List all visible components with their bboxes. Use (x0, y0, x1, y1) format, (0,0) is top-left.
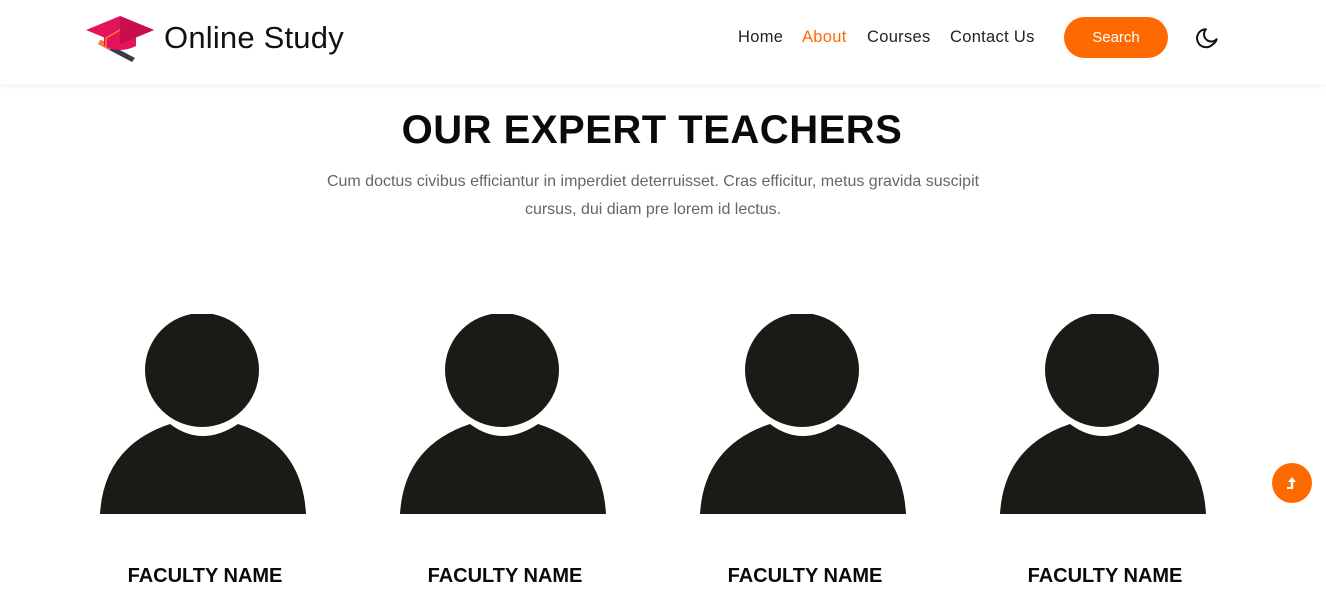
nav-item-about[interactable]: About (802, 28, 847, 47)
nav-item-contact-us[interactable]: Contact Us (950, 28, 1035, 47)
teacher-card: FACULTY NAME (700, 300, 910, 592)
teacher-card: FACULTY NAME (400, 300, 610, 592)
moon-icon (1196, 28, 1218, 49)
section-subtitle: Cum doctus civibus efficiantur in imperd… (326, 173, 980, 218)
faculty-name: FACULTY NAME (1027, 565, 1183, 587)
faculty-name: FACULTY NAME (127, 565, 283, 587)
scroll-to-top-button[interactable] (1272, 463, 1312, 503)
faculty-name: FACULTY NAME (427, 565, 583, 587)
user-silhouette-icon (700, 314, 906, 514)
teacher-card: FACULTY NAME (100, 300, 310, 592)
user-silhouette-icon (100, 314, 306, 514)
teacher-card: FACULTY NAME (1000, 300, 1210, 592)
faculty-name: FACULTY NAME (727, 565, 883, 587)
search-button[interactable]: Search (1064, 17, 1168, 58)
nav-item-home[interactable]: Home (738, 28, 783, 47)
nav-item-courses[interactable]: Courses (867, 28, 931, 47)
navbar: Online Study Home About Courses Contact … (0, 0, 1326, 84)
user-silhouette-icon (400, 314, 606, 514)
user-silhouette-icon (1000, 314, 1206, 514)
section-title: OUR EXPERT TEACHERS (401, 108, 903, 152)
arrow-up-icon (1287, 477, 1296, 489)
theme-toggle-button[interactable] (1194, 24, 1222, 52)
